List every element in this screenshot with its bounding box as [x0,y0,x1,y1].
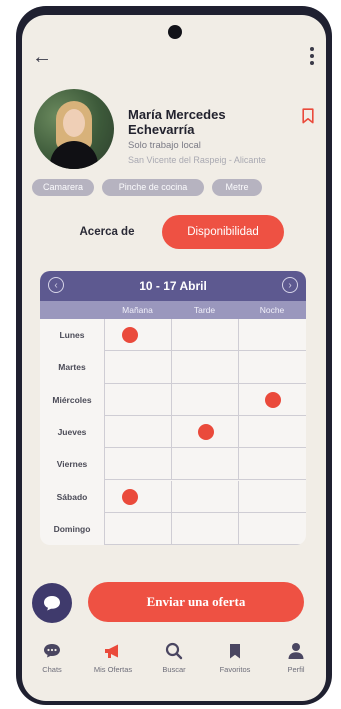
calendar-cell[interactable] [239,319,306,352]
column-header-manana: Mañana [122,305,153,315]
availability-dot [197,424,214,441]
calendar-cell[interactable] [239,513,306,545]
chat-button[interactable] [32,583,72,623]
calendar-row-label: Miércoles [52,394,92,405]
calendar-cell[interactable] [105,319,172,352]
chat-icon [44,644,60,658]
calendar-cell[interactable] [105,351,172,384]
calendar-cell[interactable] [172,512,239,545]
calendar-range: 10 - 17 Abril [139,279,207,293]
calendar-row-label: Lunes [59,330,85,340]
avatar [34,89,114,169]
camera-notch [168,25,182,39]
send-offer-button[interactable]: Enviar una oferta [88,582,304,622]
calendar-header: ‹ 10 - 17 Abril › [40,271,306,301]
availability-dot [265,391,281,408]
search-icon [165,642,183,660]
nav-perfil[interactable]: Perfil [266,641,326,674]
calendar-row-label: Viernes [56,459,88,470]
nav-chats-label: Chats [42,665,62,674]
top-bar: ← [22,43,326,73]
nav-favoritos-label: Favoritos [219,665,251,674]
calendar-cell[interactable] [105,448,172,481]
nav-perfil-label: Perfil [287,665,305,674]
calendar-cell[interactable] [105,512,172,545]
column-header-noche: Noche [259,305,285,315]
nav-mis-ofertas[interactable]: Mis Ofertas [83,641,143,674]
calendar-row-label: Sábado [56,491,88,502]
nav-chats[interactable]: Chats [22,641,82,674]
calendar-cell[interactable] [239,384,306,416]
calendar-cell[interactable] [172,448,239,481]
calendar-cell[interactable] [239,448,306,481]
bookmark-icon [230,644,240,659]
calendar-column-headers: Mañana Tarde Noche [40,301,306,319]
next-week-icon[interactable]: › [282,277,298,293]
nav-mis-ofertas-label: Mis Ofertas [93,665,133,674]
calendar-row-label: Domingo [53,523,91,534]
tag-metre[interactable]: Metre [212,179,262,196]
nav-buscar-label: Buscar [162,665,186,674]
calendar-cell[interactable] [105,480,172,513]
profile-subtitle: Solo trabajo local [128,140,201,151]
tag-camarera[interactable]: Camarera [32,179,94,196]
tab-about[interactable]: Acerca de [62,215,152,249]
bottom-navigation: Chats Mis Ofertas Buscar Favoritos Perfi… [22,637,326,701]
calendar-cell[interactable] [239,351,306,384]
bookmark-icon[interactable] [302,108,314,124]
prev-week-icon[interactable]: ‹ [48,277,64,293]
calendar-row-label: Martes [58,362,86,373]
profile-location: San Vicente del Raspeig - Alicante [128,155,266,165]
column-header-tarde: Tarde [193,305,216,315]
tab-availability[interactable]: Disponibilidad [162,215,284,249]
profile-tabs: Acerca de Disponibilidad [22,215,326,249]
availability-dot [121,488,138,505]
app-screen: ← María Mercedes Echevarría Solo trabajo… [22,15,326,701]
calendar-cell[interactable] [105,383,172,416]
megaphone-icon [105,644,118,658]
calendar-row-label: Jueves [57,426,87,437]
tag-pinche-de-cocina[interactable]: Pinche de cocina [102,179,204,196]
more-options-icon[interactable] [310,47,314,68]
chat-bubble-icon [44,596,60,611]
calendar-cell[interactable] [172,351,239,384]
calendar-cell[interactable] [172,415,239,449]
back-arrow-icon[interactable]: ← [32,45,52,69]
profile-name: María Mercedes Echevarría [128,107,226,137]
availability-calendar: ‹ 10 - 17 Abril › Mañana Tarde Noche Lun… [40,271,306,545]
calendar-cell[interactable] [105,415,172,449]
calendar-cell[interactable] [239,416,306,449]
calendar-cell[interactable] [239,481,306,513]
nav-favoritos[interactable]: Favoritos [205,641,265,674]
user-icon [288,643,304,659]
availability-dot [121,327,138,344]
calendar-cell[interactable] [172,480,239,513]
calendar-cell[interactable] [172,383,239,416]
nav-buscar[interactable]: Buscar [144,641,204,674]
calendar-cell[interactable] [172,319,239,352]
calendar-grid [104,319,306,545]
